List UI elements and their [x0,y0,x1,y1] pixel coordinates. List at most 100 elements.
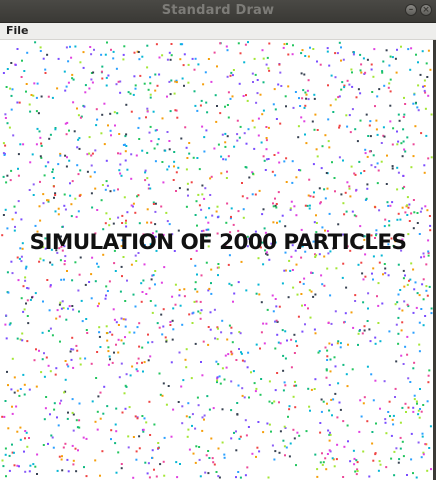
particle [206,111,209,114]
particle [60,458,63,461]
particle [203,414,206,417]
particle [346,385,349,388]
particle [424,443,427,446]
particle [328,212,331,215]
particle [356,470,359,472]
particle [4,208,7,211]
particle [312,48,315,50]
particle [297,125,300,128]
particle [174,303,177,306]
particle [327,429,330,432]
particle [192,156,195,159]
particle [74,45,77,48]
particle [124,318,127,321]
title-bar[interactable]: Standard Draw – × [0,0,436,23]
particle [389,90,392,93]
particle [324,457,327,460]
particle [225,177,228,179]
minimize-button[interactable]: – [405,4,417,16]
particle [157,447,160,449]
particle [414,281,417,284]
particle [68,305,71,308]
particle [207,343,210,346]
particle [297,136,300,139]
particle [216,379,219,382]
particle [307,194,310,197]
particle [147,183,150,186]
particle [397,332,400,335]
particle [173,160,176,163]
particle [291,160,294,163]
particle [323,255,326,258]
drawing-canvas[interactable]: SIMULATION OF 2000 PARTICLES [0,40,436,480]
particle [212,407,215,410]
particle [61,225,64,228]
particle [282,439,285,442]
particle [316,155,319,158]
particle [370,68,373,71]
particle [11,412,14,415]
particle [14,211,17,214]
particle [151,456,153,459]
particle [326,47,329,50]
particle [170,79,173,82]
particle [39,136,42,139]
particle [55,317,58,320]
particle [406,353,409,356]
particle [115,83,118,86]
particle [314,113,317,116]
particle [409,68,412,71]
particle [24,430,27,432]
particle [207,472,210,475]
particle [304,104,307,107]
particle [359,92,362,95]
particle [230,284,233,287]
particle [397,293,400,296]
close-button[interactable]: × [420,4,432,16]
particle [334,190,336,193]
particle [257,283,260,286]
particle [65,85,68,88]
particle [305,93,308,96]
particle [199,317,202,320]
particle [19,143,22,146]
particle [29,110,32,113]
particle [74,447,77,450]
particle [195,200,198,203]
particle [64,89,67,92]
particle [301,49,304,52]
particle [251,72,254,75]
particle [64,360,67,362]
particle [1,459,4,462]
particle [186,182,189,185]
particle [348,187,351,190]
particle [203,197,206,200]
particle [143,417,146,420]
simulation-title: SIMULATION OF 2000 PARTICLES [29,230,407,255]
particle [329,294,332,297]
particle [85,475,88,478]
particle [175,171,178,174]
particle [329,431,331,434]
particle [417,413,420,416]
particle [89,46,92,48]
particle [415,476,418,479]
particle [227,91,230,94]
particle [20,218,23,221]
particle [70,203,73,206]
particle [329,358,332,361]
particle [18,101,21,104]
particle [370,164,373,167]
particle [268,423,271,426]
particle [313,97,316,100]
menu-file[interactable]: File [4,24,31,37]
particle [185,415,188,418]
menu-bar: File [0,23,436,40]
particle [11,357,14,360]
particle [354,470,357,473]
particle [61,455,63,458]
particle [214,94,217,97]
particle [83,105,86,108]
particle [262,431,265,434]
particle [423,164,426,167]
